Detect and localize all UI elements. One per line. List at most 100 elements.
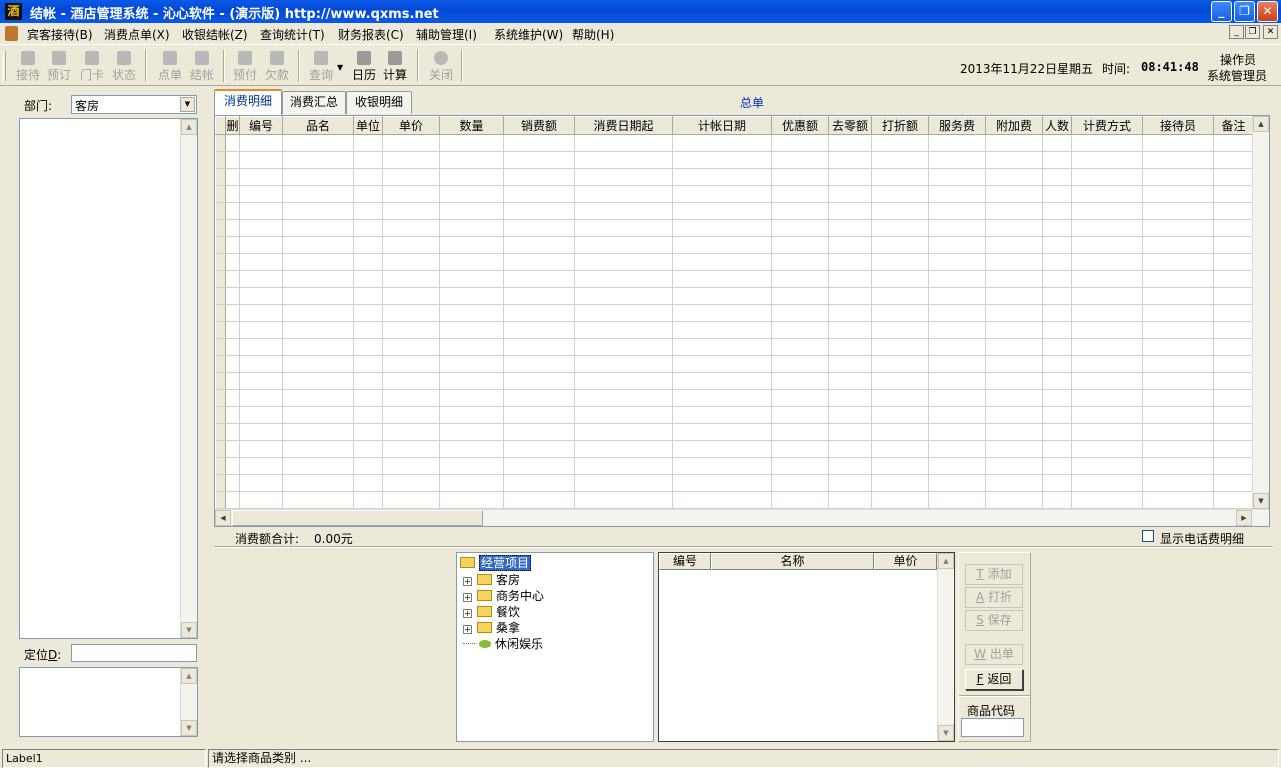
- grid-column-header[interactable]: 计费方式: [1071, 116, 1143, 135]
- toolbar-calculator-button[interactable]: 计算: [380, 51, 410, 85]
- scroll-down-icon[interactable]: ▼: [181, 622, 197, 638]
- grid-hscrollbar[interactable]: ◀ ▶: [215, 509, 1269, 526]
- grid-empty-row[interactable]: [215, 406, 1254, 424]
- product-code-input[interactable]: [961, 718, 1024, 737]
- grid-column-header[interactable]: 删: [225, 116, 240, 135]
- mdi-restore-button[interactable]: ❐: [1245, 25, 1260, 39]
- scroll-up-icon[interactable]: ▲: [181, 119, 197, 135]
- scroll-up-icon[interactable]: ▲: [938, 553, 954, 569]
- discount-button[interactable]: A 打折: [965, 587, 1023, 608]
- grid-column-header[interactable]: 附加费: [985, 116, 1043, 135]
- tab-consumption-summary[interactable]: 消费汇总: [282, 91, 346, 114]
- close-button[interactable]: ✕: [1257, 1, 1278, 22]
- menu-checkout[interactable]: 收银结帐(Z): [182, 26, 248, 43]
- tree-item[interactable]: + 餐饮: [463, 604, 544, 620]
- show-phone-label[interactable]: 显示电话费明细: [1160, 530, 1244, 547]
- toolbar-door-card-button[interactable]: 门卡: [77, 51, 107, 85]
- locate-results-list[interactable]: ▲ ▼: [19, 667, 198, 737]
- grid-empty-row[interactable]: [215, 355, 1254, 373]
- toolbar-reception-button[interactable]: 接待: [13, 51, 43, 85]
- scroll-left-icon[interactable]: ◀: [215, 510, 231, 526]
- product-column-header[interactable]: 名称: [711, 553, 874, 570]
- toolbar-checkout-button[interactable]: 结帐: [187, 51, 217, 85]
- back-button[interactable]: F 返回: [965, 669, 1023, 690]
- tree-item[interactable]: + 客房: [463, 572, 544, 588]
- toolbar-reservation-button[interactable]: 预订: [44, 51, 74, 85]
- scroll-down-icon[interactable]: ▼: [938, 725, 954, 741]
- menu-help[interactable]: 帮助(H): [572, 26, 614, 43]
- grid-empty-row[interactable]: [215, 491, 1254, 509]
- toolbar-close-button[interactable]: 关闭: [426, 51, 456, 85]
- product-column-header[interactable]: 编号: [659, 553, 711, 570]
- add-button[interactable]: T 添加: [965, 564, 1023, 585]
- locate-input[interactable]: [71, 644, 197, 662]
- locate-results-scrollbar[interactable]: ▲ ▼: [180, 668, 197, 736]
- menu-system-maintenance[interactable]: 系统维护(W): [494, 26, 563, 43]
- minimize-button[interactable]: _: [1211, 1, 1232, 22]
- chevron-down-icon[interactable]: ▼: [180, 97, 195, 112]
- show-phone-checkbox[interactable]: [1142, 530, 1154, 542]
- grid-column-header[interactable]: 编号: [239, 116, 283, 135]
- grid-column-header[interactable]: 优惠额: [771, 116, 829, 135]
- menu-financial-reports[interactable]: 财务报表(C): [338, 26, 404, 43]
- query-dropdown-arrow-icon[interactable]: ▼: [337, 63, 343, 72]
- grid-column-header[interactable]: 去零额: [828, 116, 872, 135]
- product-list-scrollbar[interactable]: ▲ ▼: [937, 553, 954, 741]
- grid-empty-row[interactable]: [215, 151, 1254, 169]
- toolbar-calendar-button[interactable]: 日历: [349, 51, 379, 85]
- grid-empty-row[interactable]: [215, 219, 1254, 237]
- tree-item[interactable]: 休闲娱乐: [463, 636, 544, 652]
- scroll-up-icon[interactable]: ▲: [181, 668, 197, 684]
- grid-column-header[interactable]: 数量: [439, 116, 504, 135]
- grid-column-header[interactable]: 品名: [282, 116, 354, 135]
- grid-empty-row[interactable]: [215, 338, 1254, 356]
- product-list[interactable]: 编号 名称 单价 ▲ ▼: [658, 552, 955, 742]
- product-column-header[interactable]: 单价: [874, 553, 937, 570]
- tree-item[interactable]: + 商务中心: [463, 588, 544, 604]
- grid-column-header[interactable]: 打折额: [871, 116, 929, 135]
- toolbar-debt-button[interactable]: 欠款: [262, 51, 292, 85]
- grid-empty-row[interactable]: [215, 372, 1254, 390]
- mdi-close-button[interactable]: ✕: [1263, 25, 1278, 39]
- tree-item[interactable]: + 桑拿: [463, 620, 544, 636]
- grid-hscroll-thumb[interactable]: [232, 510, 483, 526]
- toolbar-prepay-button[interactable]: 预付: [230, 51, 260, 85]
- grid-empty-row[interactable]: [215, 236, 1254, 254]
- expand-icon[interactable]: +: [463, 625, 472, 634]
- expand-icon[interactable]: +: [463, 593, 472, 602]
- save-button[interactable]: S 保存: [965, 610, 1023, 631]
- expand-icon[interactable]: +: [463, 577, 472, 586]
- grid-column-header[interactable]: 消费日期起: [574, 116, 673, 135]
- grid-empty-row[interactable]: [215, 457, 1254, 475]
- restore-button[interactable]: ❐: [1234, 1, 1255, 22]
- toolbar-order-button[interactable]: 点单: [155, 51, 185, 85]
- tab-consumption-detail[interactable]: 消费明细: [214, 89, 282, 115]
- grid-column-header[interactable]: 接待员: [1142, 116, 1214, 135]
- dept-select[interactable]: 客房 ▼: [71, 95, 197, 114]
- mdi-minimize-button[interactable]: _: [1229, 25, 1244, 39]
- grid-vscrollbar[interactable]: ▲ ▼: [1252, 116, 1269, 509]
- grid-empty-row[interactable]: [215, 270, 1254, 288]
- scroll-up-icon[interactable]: ▲: [1253, 116, 1269, 132]
- grid-empty-row[interactable]: [215, 134, 1254, 152]
- grid-empty-row[interactable]: [215, 440, 1254, 458]
- grid-column-header[interactable]: 单位: [353, 116, 383, 135]
- toolbar-query-button[interactable]: 查询: [306, 51, 336, 85]
- category-tree[interactable]: 经营项目 + 客房 + 商务中心 + 餐饮 + 桑拿 休闲娱乐: [456, 552, 654, 742]
- grid-empty-row[interactable]: [215, 287, 1254, 305]
- grid-column-header[interactable]: 服务费: [928, 116, 986, 135]
- grid-column-header[interactable]: 单价: [382, 116, 440, 135]
- tab-cashier-detail[interactable]: 收银明细: [346, 91, 412, 114]
- tree-root[interactable]: 经营项目: [457, 555, 532, 571]
- room-list-scrollbar[interactable]: ▲ ▼: [180, 119, 197, 638]
- room-list[interactable]: ▲ ▼: [19, 118, 198, 639]
- grid-column-header[interactable]: 人数: [1042, 116, 1072, 135]
- grid-empty-row[interactable]: [215, 474, 1254, 492]
- consumption-grid[interactable]: 删编号 品名 单位 单价 数量 销费额 消费日期起 计帐日期 优惠额 去零额 打折额 服务费 附加费 人数…: [214, 115, 1270, 527]
- grid-empty-row[interactable]: [215, 185, 1254, 203]
- menu-consumption-order[interactable]: 消费点单(X): [104, 26, 170, 43]
- grid-column-header[interactable]: 备注: [1213, 116, 1254, 135]
- menu-query-stats[interactable]: 查询统计(T): [260, 26, 325, 43]
- grid-empty-row[interactable]: [215, 202, 1254, 220]
- grid-empty-row[interactable]: [215, 168, 1254, 186]
